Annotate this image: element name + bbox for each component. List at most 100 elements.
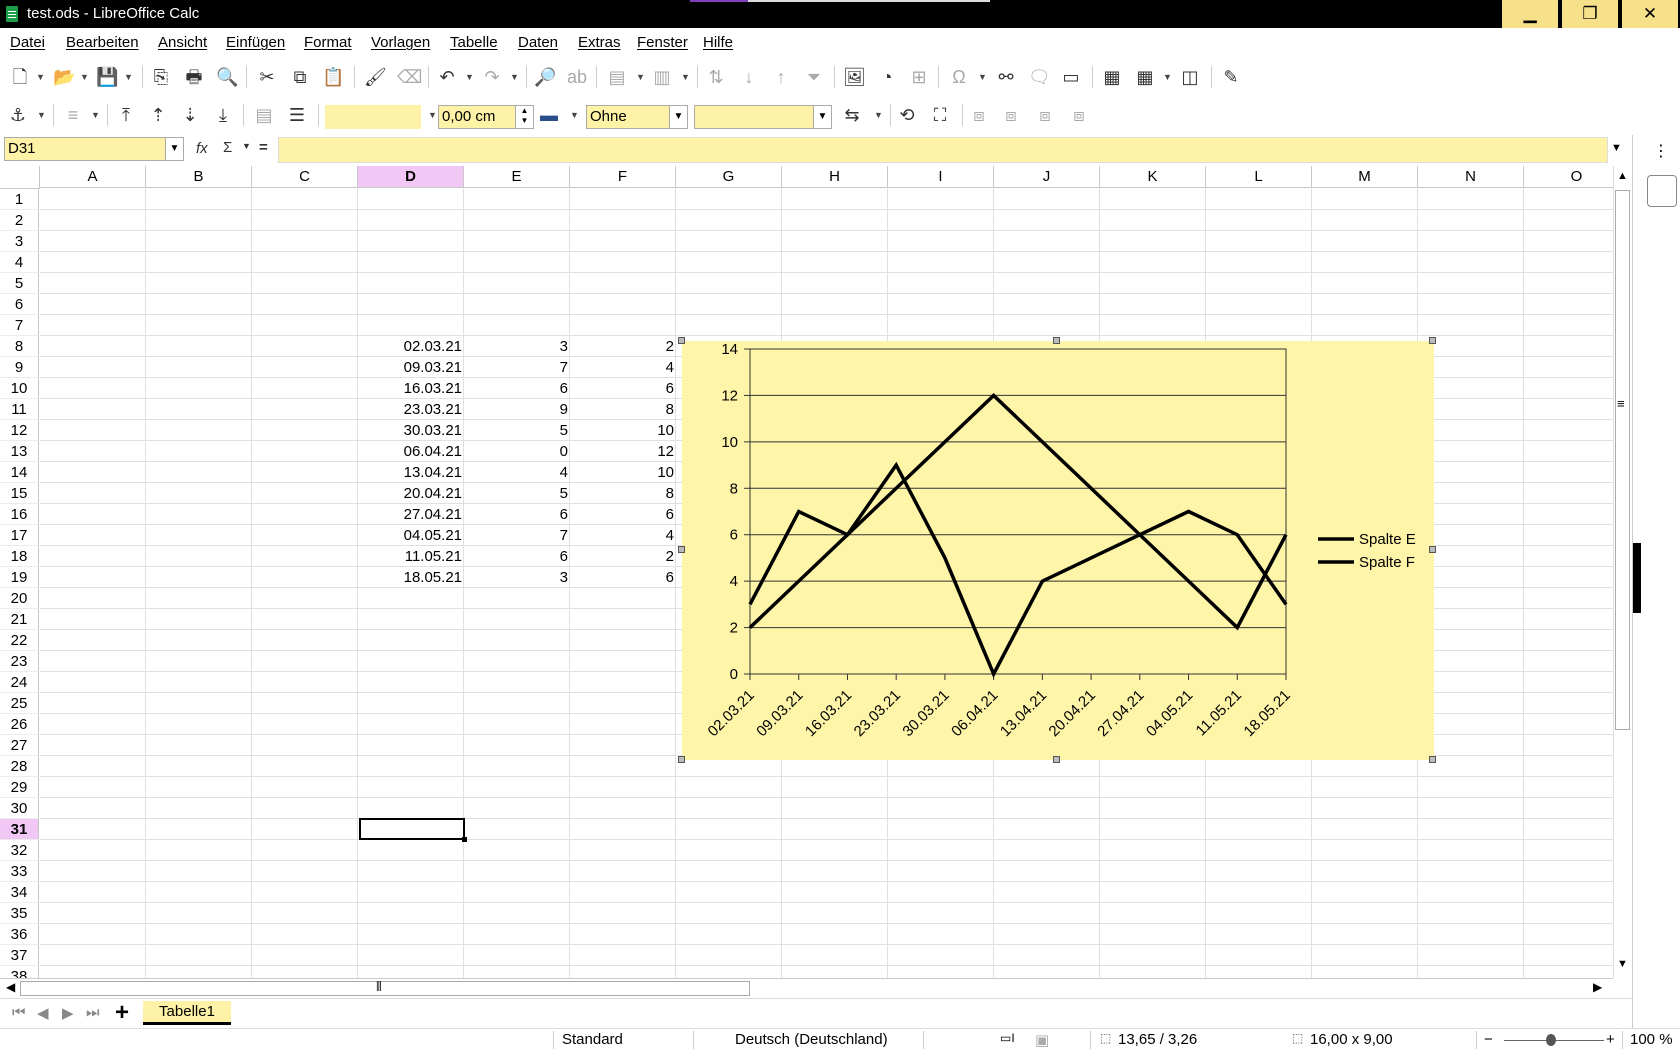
next-sheet-icon[interactable]: ▶: [62, 1004, 74, 1022]
menu-einfuegen[interactable]: Einfügen: [226, 34, 285, 51]
cell-e9[interactable]: 7: [464, 357, 570, 378]
select-all-corner[interactable]: [0, 166, 40, 189]
bring-to-front-icon[interactable]: ⤒: [115, 104, 137, 126]
row-header-34[interactable]: 34: [0, 882, 39, 903]
cell-f18[interactable]: 2: [570, 546, 676, 567]
scroll-up-icon[interactable]: ▲: [1617, 170, 1628, 182]
cell-e13[interactable]: 0: [464, 441, 570, 462]
arrow-style-dropdown-icon[interactable]: ▼: [874, 104, 883, 126]
active-cell-cursor[interactable]: [359, 818, 467, 842]
print-icon[interactable]: 🖶: [183, 66, 205, 88]
close-button[interactable]: ✕: [1622, 0, 1678, 28]
zoom-out-icon[interactable]: −: [1484, 1031, 1493, 1048]
row-header-7[interactable]: 7: [0, 315, 39, 336]
clear-formatting-icon[interactable]: ⌫: [397, 66, 422, 88]
row-header-10[interactable]: 10: [0, 378, 39, 399]
expand-formula-icon[interactable]: ▼: [1611, 142, 1622, 154]
row-header-8[interactable]: 8: [0, 336, 39, 357]
line-style-dropdown-icon[interactable]: ▼: [428, 104, 437, 126]
row-header-23[interactable]: 23: [0, 651, 39, 672]
paste-icon[interactable]: 📋: [322, 66, 344, 88]
align-dropdown-icon[interactable]: ▼: [91, 104, 100, 126]
menu-vorlagen[interactable]: Vorlagen: [371, 34, 430, 51]
row-header-28[interactable]: 28: [0, 756, 39, 777]
line-style-box[interactable]: [325, 105, 421, 129]
name-box[interactable]: D31 ▼: [4, 137, 184, 161]
insert-chart-icon[interactable]: ◔: [876, 66, 898, 88]
sort-icon[interactable]: ⇅: [705, 66, 727, 88]
cell-e10[interactable]: 6: [464, 378, 570, 399]
autofilter-icon[interactable]: ⏷: [803, 66, 825, 88]
comment-icon[interactable]: 🗨: [1028, 66, 1051, 88]
menu-daten[interactable]: Daten: [518, 34, 558, 51]
spreadsheet-grid[interactable]: ABCDEFGHIJKLMNO 1 2 3 4 5 6 7 8 9 10 11 12 13 14 15 16 1…: [0, 166, 1613, 978]
row-header-16[interactable]: 16: [0, 504, 39, 525]
column-header-o[interactable]: O: [1524, 166, 1613, 188]
sum-icon[interactable]: Σ: [223, 139, 232, 156]
rotate-icon[interactable]: ⟲: [896, 104, 918, 126]
column-header-a[interactable]: A: [40, 166, 146, 188]
maximize-button[interactable]: ❐: [1562, 0, 1618, 28]
row-header-31[interactable]: 31: [0, 819, 39, 840]
row-header-36[interactable]: 36: [0, 924, 39, 945]
column-header-c[interactable]: C: [252, 166, 358, 188]
position-size-icon[interactable]: ⛶: [929, 104, 951, 126]
cell-e8[interactable]: 3: [464, 336, 570, 357]
sheet-tab-tabelle1[interactable]: Tabelle1: [143, 1001, 231, 1025]
row-header-6[interactable]: 6: [0, 294, 39, 315]
cell-f12[interactable]: 10: [570, 420, 676, 441]
line-chart[interactable]: 0 2 4 6 8 10 12 14 02.03.21 09.03.21 16.03.21 23.03…: [682, 341, 1434, 760]
cell-e12[interactable]: 5: [464, 420, 570, 441]
horizontal-scrollbar[interactable]: ◀ ⦀ ▶: [0, 978, 1613, 998]
print-preview-icon[interactable]: 🔍: [216, 66, 238, 88]
resize-handle[interactable]: [1053, 756, 1060, 763]
row-icon[interactable]: ▤: [606, 66, 628, 88]
draw-functions-icon[interactable]: ✎: [1220, 66, 1242, 88]
cell-f8[interactable]: 2: [570, 336, 676, 357]
row-header-15[interactable]: 15: [0, 483, 39, 504]
menu-bearbeiten[interactable]: Bearbeiten: [66, 34, 139, 51]
row-header-18[interactable]: 18: [0, 546, 39, 567]
resize-handle[interactable]: [1429, 756, 1436, 763]
cell-d10[interactable]: 16.03.21: [358, 378, 464, 399]
zoom-slider-thumb[interactable]: [1546, 1034, 1556, 1046]
cell-f17[interactable]: 4: [570, 525, 676, 546]
sort-ascending-icon[interactable]: ↓: [738, 66, 760, 88]
resize-handle[interactable]: [1053, 337, 1060, 344]
exit-group-icon[interactable]: ⧈: [1034, 104, 1056, 126]
cell-d13[interactable]: 06.04.21: [358, 441, 464, 462]
cell-d18[interactable]: 11.05.21: [358, 546, 464, 567]
formula-icon[interactable]: =: [259, 139, 268, 156]
area-fill-select[interactable]: ▼: [694, 105, 832, 129]
line-width-spinner[interactable]: ▲ ▼: [515, 106, 533, 128]
row-header-25[interactable]: 25: [0, 693, 39, 714]
column-header-i[interactable]: I: [888, 166, 994, 188]
scroll-left-icon[interactable]: ◀: [6, 980, 15, 994]
resize-handle[interactable]: [678, 546, 685, 553]
zoom-level[interactable]: 100 %: [1630, 1031, 1673, 1048]
menu-extras[interactable]: Extras: [578, 34, 621, 51]
cell-f19[interactable]: 6: [570, 567, 676, 588]
function-wizard-icon[interactable]: fx: [196, 140, 208, 157]
cell-f15[interactable]: 8: [570, 483, 676, 504]
row-header-30[interactable]: 30: [0, 798, 39, 819]
resize-handle[interactable]: [1429, 546, 1436, 553]
send-to-back-icon[interactable]: ⤓: [212, 104, 234, 126]
save-dropdown-icon[interactable]: ▼: [124, 66, 133, 88]
cell-e16[interactable]: 6: [464, 504, 570, 525]
previous-sheet-icon[interactable]: ◀: [37, 1004, 49, 1022]
insert-image-icon[interactable]: 🖼: [843, 66, 866, 88]
cell-e18[interactable]: 6: [464, 546, 570, 567]
row-header-13[interactable]: 13: [0, 441, 39, 462]
menu-hilfe[interactable]: Hilfe: [703, 34, 733, 51]
menu-fenster[interactable]: Fenster: [637, 34, 688, 51]
row-header-1[interactable]: 1: [0, 189, 39, 210]
chevron-down-icon[interactable]: ▼: [165, 138, 183, 160]
menu-datei[interactable]: Datei: [10, 34, 45, 51]
selection-mode-icon[interactable]: ▭I: [1000, 1031, 1015, 1045]
row-header-14[interactable]: 14: [0, 462, 39, 483]
row-header-20[interactable]: 20: [0, 588, 39, 609]
sidebar-menu-icon[interactable]: ⋮: [1653, 141, 1669, 161]
cell-d14[interactable]: 13.04.21: [358, 462, 464, 483]
to-background-icon[interactable]: ☰: [286, 104, 308, 126]
